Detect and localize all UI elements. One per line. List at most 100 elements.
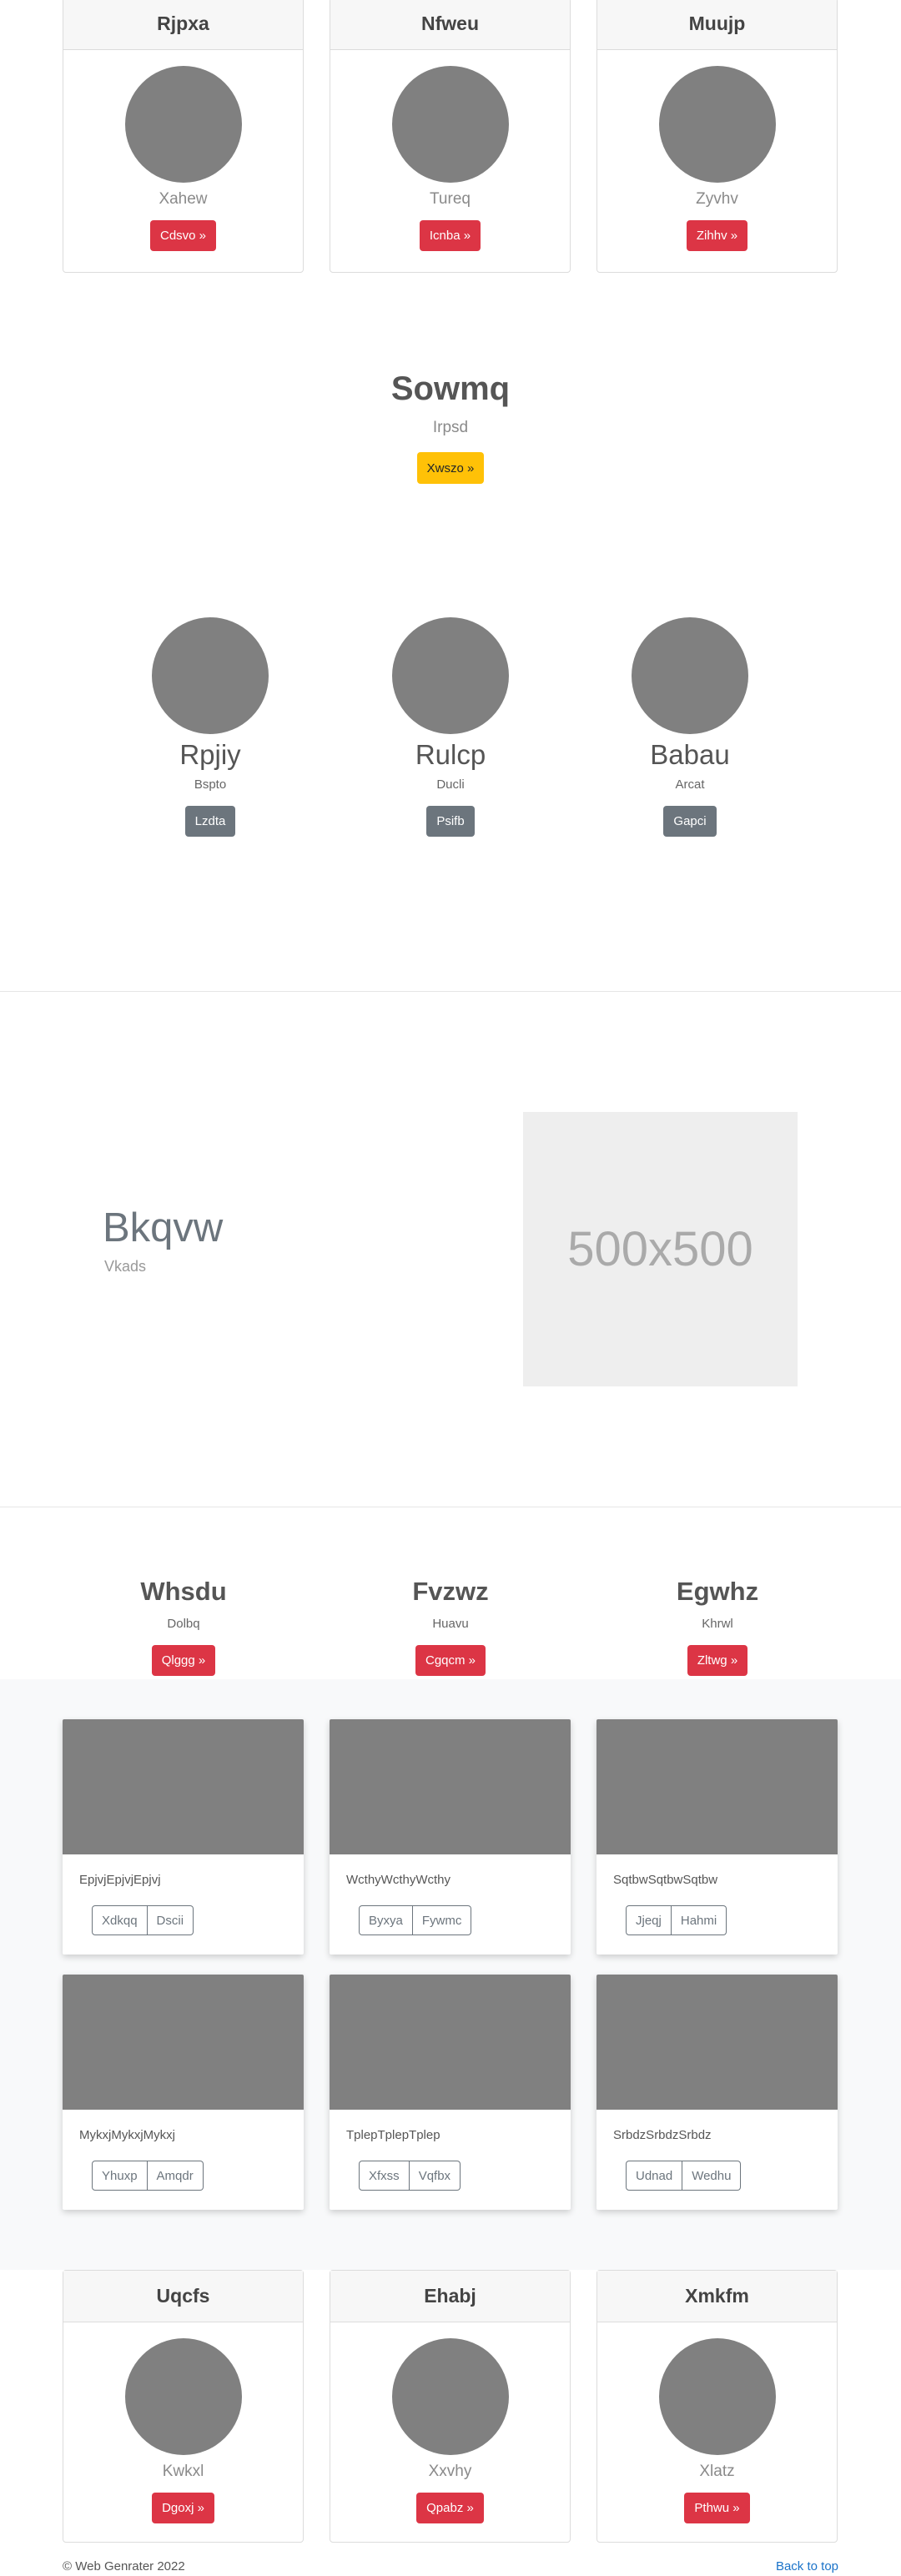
feature-subtitle: Vkads [104,1258,147,1275]
team-role: Arcat [675,777,705,792]
card-action-button[interactable]: Fywmc [412,1905,472,1935]
button-group: Jjeqj Hahmi [626,1905,727,1935]
team-member: Rpjiy Bspto Lzdta [110,617,310,837]
column-title: Whsdu [140,1577,227,1606]
profile-card: Uqcfs Kwkxl Dgoxj » [63,2270,304,2543]
card-action-button[interactable]: Amqdr [147,2161,204,2191]
card-image [596,1975,838,2110]
card-text: MykxjMykxjMykxj [79,2128,175,2142]
button-group: Xdkqq Dscii [92,1905,194,1935]
card-action-button[interactable]: Wedhu [682,2161,742,2191]
hero-section: Sowmq Irpsd Xwszo » [0,367,901,484]
column-button[interactable]: Qlggg » [151,1645,216,1676]
card-button[interactable]: Pthwu » [684,2493,750,2523]
column-subtitle: Dolbq [167,1617,200,1631]
avatar [658,2338,776,2455]
card-subtitle: Zyvhv [696,190,738,208]
team-name: Babau [650,739,730,770]
avatar [658,66,776,183]
profile-card: Rjpxa Xahew Cdsvo » [63,0,304,273]
gallery-card: SrbdzSrbdzSrbdz Udnad Wedhu [596,1975,838,2210]
team-name: Rulcp [415,739,486,770]
gallery-card: SqtbwSqtbwSqtbw Jjeqj Hahmi [596,1719,838,1955]
hero-button[interactable]: Xwszo » [416,452,485,484]
card-button[interactable]: Dgoxj » [152,2493,214,2523]
feature-column: Egwhz Khrwl Zltwg » [617,1575,818,1676]
card-action-button[interactable]: Xdkqq [92,1905,148,1935]
card-subtitle: Tureq [430,190,471,208]
gallery-card: MykxjMykxjMykxj Yhuxp Amqdr [63,1975,304,2210]
card-action-button[interactable]: Xfxss [359,2161,410,2191]
feature-title: Bkqvw [103,1205,224,1250]
card-text: TplepTplepTplep [346,2128,440,2142]
avatar [632,617,748,734]
avatar [391,66,509,183]
card-button[interactable]: Qpabz » [416,2493,484,2523]
gallery-card: WcthyWcthyWcthy Byxya Fywmc [330,1719,571,1955]
card-action-button[interactable]: Byxya [359,1905,413,1935]
card-image [596,1719,838,1854]
card-image [63,1975,304,2110]
column-title: Fvzwz [412,1577,489,1606]
card-text: SrbdzSrbdzSrbdz [613,2128,712,2142]
profile-card: Xmkfm Xlatz Pthwu » [596,2270,838,2543]
card-title: Nfweu [330,0,570,50]
back-to-top-link[interactable]: Back to top [776,2559,838,2573]
feature-column: Fvzwz Huavu Cgqcm » [350,1575,551,1676]
column-button[interactable]: Zltwg » [687,1645,748,1676]
team-name: Rpjiy [179,739,241,770]
section-divider [0,991,901,992]
card-action-button[interactable]: Vqfbx [409,2161,461,2191]
profile-card: Muujp Zyvhv Zihhv » [596,0,838,273]
profile-card: Ehabj Xxvhy Qpabz » [330,2270,571,2543]
gallery-card: EpjvjEpjvjEpjvj Xdkqq Dscii [63,1719,304,1955]
card-title: Xmkfm [597,2271,837,2322]
card-image [63,1719,304,1854]
card-title: Rjpxa [63,0,303,50]
card-action-button[interactable]: Dscii [147,1905,194,1935]
card-subtitle: Kwkxl [162,2463,204,2480]
card-image [330,1975,571,2110]
team-button[interactable]: Lzdta [184,806,236,837]
team-member: Babau Arcat Gapci [590,617,790,837]
column-button[interactable]: Cgqcm » [415,1645,486,1676]
team-button[interactable]: Psifb [426,806,475,837]
card-button[interactable]: Zihhv » [686,220,748,251]
avatar [124,2338,242,2455]
card-title: Ehabj [330,2271,570,2322]
column-subtitle: Khrwl [702,1617,733,1631]
card-action-button[interactable]: Udnad [626,2161,683,2191]
column-title: Egwhz [676,1577,759,1606]
avatar [152,617,269,734]
card-action-button[interactable]: Hahmi [671,1905,727,1935]
card-action-button[interactable]: Jjeqj [626,1905,672,1935]
card-button[interactable]: Icnba » [419,220,481,251]
card-subtitle: Xlatz [699,2463,735,2480]
placeholder-image: 500x500 [523,1112,798,1386]
card-action-button[interactable]: Yhuxp [92,2161,148,2191]
team-role: Ducli [436,777,465,792]
gallery-card: TplepTplepTplep Xfxss Vqfbx [330,1975,571,2210]
avatar [124,66,242,183]
card-text: WcthyWcthyWcthy [346,1873,451,1887]
avatar [392,617,509,734]
card-title: Muujp [597,0,837,50]
team-button[interactable]: Gapci [663,806,717,837]
button-group: Xfxss Vqfbx [359,2161,461,2191]
button-group: Yhuxp Amqdr [92,2161,204,2191]
card-title: Uqcfs [63,2271,303,2322]
card-text: EpjvjEpjvjEpjvj [79,1873,161,1887]
copyright-text: © Web Genrater 2022 [63,2559,185,2573]
feature-column: Whsdu Dolbq Qlggg » [83,1575,284,1676]
card-image [330,1719,571,1854]
card-text: SqtbwSqtbwSqtbw [613,1873,718,1887]
avatar [391,2338,509,2455]
hero-subtitle: Irpsd [432,419,469,436]
card-button[interactable]: Cdsvo » [149,220,217,251]
column-subtitle: Huavu [432,1617,469,1631]
team-role: Bspto [194,777,227,792]
button-group: Udnad Wedhu [626,2161,742,2191]
team-member: Rulcp Ducli Psifb [350,617,551,837]
button-group: Byxya Fywmc [359,1905,472,1935]
card-subtitle: Xahew [159,190,208,208]
